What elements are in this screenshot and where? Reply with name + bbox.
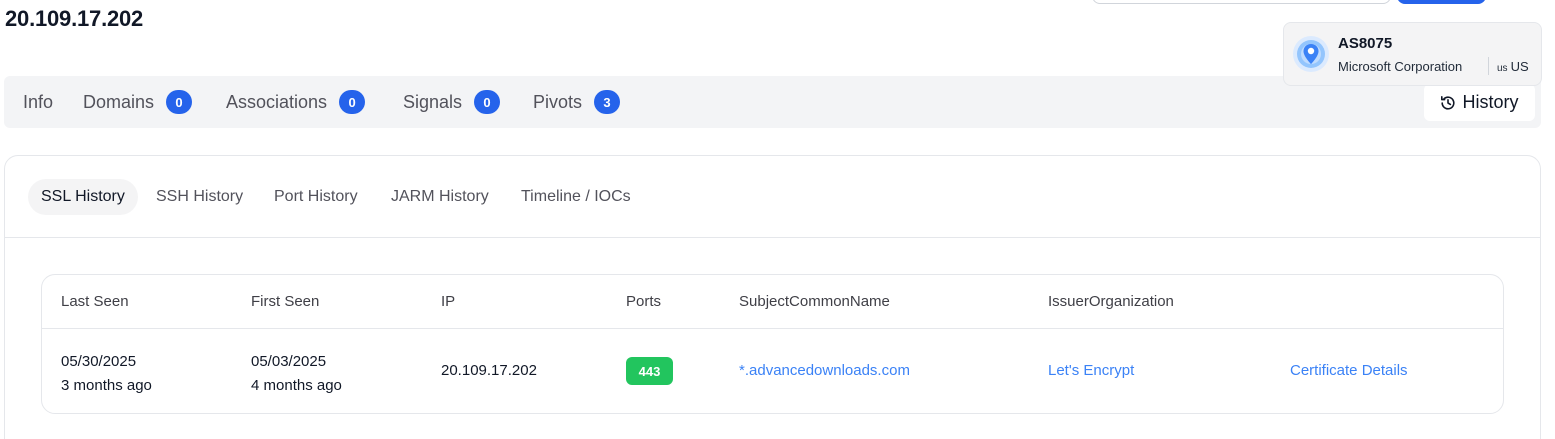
- country-flag: us: [1497, 63, 1508, 74]
- count-badge: 3: [594, 90, 621, 114]
- port-badge[interactable]: 443: [626, 357, 673, 385]
- first-seen-cell: 05/03/2025 4 months ago: [251, 350, 342, 398]
- tab-associations[interactable]: Associations 0: [226, 76, 366, 128]
- count-badge: 0: [474, 90, 501, 114]
- search-button[interactable]: [1397, 0, 1486, 4]
- tab-info[interactable]: Info: [23, 76, 53, 128]
- page-title: 20.109.17.202: [5, 6, 144, 31]
- asn-divider: [1488, 57, 1489, 75]
- issuer-organization-link[interactable]: Let's Encrypt: [1048, 362, 1134, 379]
- last-seen-cell: 05/30/2025 3 months ago: [61, 350, 152, 398]
- history-button[interactable]: History: [1424, 84, 1535, 121]
- tab-label: Pivots: [533, 91, 583, 112]
- last-seen-date: 05/30/2025: [61, 353, 137, 370]
- column-header-issuer-organization: IssuerOrganization: [1048, 293, 1174, 310]
- asn-number[interactable]: AS8075: [1338, 35, 1392, 52]
- history-icon: [1441, 95, 1456, 110]
- tab-pivots[interactable]: Pivots 3: [533, 76, 621, 128]
- tab-label: Info: [23, 91, 54, 112]
- tab-domains[interactable]: Domains 0: [83, 76, 193, 128]
- subtab-jarm-history[interactable]: JARM History: [391, 179, 489, 215]
- asn-organization: Microsoft Corporation: [1338, 59, 1463, 74]
- history-label: History: [1462, 92, 1519, 112]
- certificate-details-link[interactable]: Certificate Details: [1290, 362, 1408, 379]
- search-input[interactable]: [1092, 0, 1391, 4]
- first-seen-date: 05/03/2025: [251, 353, 327, 370]
- ssl-history-table: Last Seen First Seen IP Ports SubjectCom…: [41, 274, 1504, 414]
- tab-label: Signals: [403, 91, 463, 112]
- tab-label: Domains: [83, 91, 155, 112]
- country-code: US: [1510, 59, 1529, 74]
- column-header-ip: IP: [441, 293, 456, 310]
- history-subtabs: SSL History SSH History Port History JAR…: [5, 156, 1540, 238]
- subtab-port-history[interactable]: Port History: [274, 179, 358, 215]
- tab-signals[interactable]: Signals 0: [403, 76, 501, 128]
- subject-common-name-link[interactable]: *.advancedownloads.com: [739, 362, 910, 379]
- first-seen-relative: 4 months ago: [251, 377, 342, 394]
- asn-card: AS8075 Microsoft Corporation us US: [1283, 22, 1542, 86]
- last-seen-relative: 3 months ago: [61, 377, 152, 394]
- tab-label: Associations: [226, 91, 328, 112]
- subtab-ssl-history[interactable]: SSL History: [28, 179, 138, 215]
- column-header-subject-common-name: SubjectCommonName: [739, 293, 890, 310]
- header-separator: [42, 328, 1503, 329]
- ip-cell: 20.109.17.202: [441, 362, 537, 379]
- asn-country: us US: [1497, 59, 1529, 74]
- column-header-ports: Ports: [626, 293, 662, 310]
- location-pin-icon: [1292, 35, 1330, 73]
- history-panel: SSL History SSH History Port History JAR…: [4, 155, 1541, 439]
- subtab-timeline-iocs[interactable]: Timeline / IOCs: [521, 179, 631, 215]
- column-header-first-seen: First Seen: [251, 293, 320, 310]
- count-badge: 0: [166, 90, 193, 114]
- column-header-last-seen: Last Seen: [61, 293, 129, 310]
- subtab-ssh-history[interactable]: SSH History: [156, 179, 243, 215]
- count-badge: 0: [339, 90, 366, 114]
